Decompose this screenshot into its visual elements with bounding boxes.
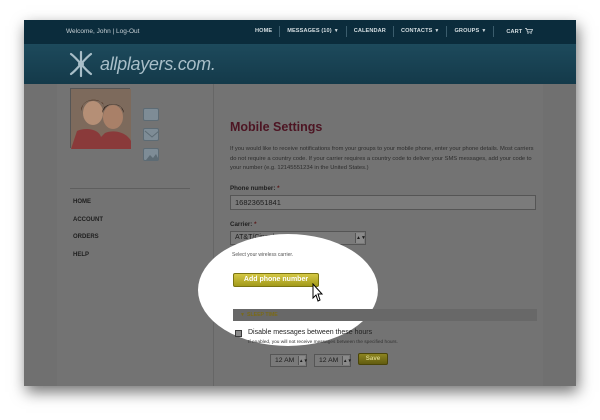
- carrier-hint: Select your wireless carrier.: [232, 252, 294, 258]
- mail-icon[interactable]: [143, 128, 160, 141]
- page-title: Mobile Settings: [230, 120, 323, 134]
- disable-messages-help: If enabled, you will not receive message…: [248, 340, 398, 345]
- phone-label-text: Phone number:: [230, 185, 276, 192]
- browser-frame: Welcome, John | Log-Out HOME MESSAGES (1…: [24, 20, 576, 386]
- time-to-value: 12 AM: [319, 357, 339, 364]
- welcome-text[interactable]: Welcome, John | Log-Out: [66, 28, 139, 35]
- time-to-select[interactable]: 12 AM ▲▼: [314, 354, 352, 367]
- top-nav: HOME MESSAGES (10) ▼ CALENDAR CONTACTS ▼ G…: [248, 26, 540, 37]
- disable-messages-checkbox[interactable]: [235, 330, 242, 337]
- phone-label: Phone number: *: [230, 185, 280, 192]
- nav-groups-label: GROUPS: [454, 28, 480, 34]
- time-from-select[interactable]: 12 AM ▲▼: [270, 354, 308, 367]
- nav-contacts-label: CONTACTS: [400, 28, 433, 34]
- cart-icon: [525, 28, 534, 34]
- sidebar-divider: [70, 188, 190, 189]
- sidebar-item-home[interactable]: HOME: [73, 199, 103, 217]
- nav-home-label: HOME: [255, 28, 273, 34]
- nav-cart[interactable]: CART: [494, 26, 540, 37]
- site-header: allplayers.com.: [24, 44, 576, 84]
- add-phone-number-button[interactable]: Add phone number: [233, 273, 319, 287]
- sidebar-nav: HOME ACCOUNT ORDERS HELP: [73, 199, 103, 269]
- caret-down-icon: ▼: [434, 28, 440, 34]
- disable-messages-label[interactable]: Disable messages between these hours: [248, 329, 372, 336]
- required-mark: *: [277, 185, 280, 192]
- nav-contacts[interactable]: CONTACTS ▼: [394, 26, 447, 37]
- nav-calendar[interactable]: CALENDAR: [347, 26, 393, 37]
- nav-calendar-label: CALENDAR: [353, 28, 386, 34]
- top-bar: Welcome, John | Log-Out HOME MESSAGES (1…: [24, 20, 576, 44]
- people-photo-icon: [71, 89, 131, 149]
- time-from-value: 12 AM: [275, 357, 295, 364]
- mouse-pointer-icon: [312, 283, 324, 302]
- caret-down-icon: ▼: [481, 28, 487, 34]
- dropdown-arrow-icon: ▲▼: [355, 233, 366, 243]
- column-divider: [213, 84, 214, 386]
- save-button[interactable]: Save: [358, 353, 388, 365]
- required-mark: *: [254, 221, 257, 228]
- profile-card-icon[interactable]: [143, 108, 159, 121]
- dropdown-arrow-icon: ▲▼: [298, 356, 308, 365]
- nav-home[interactable]: HOME: [248, 26, 279, 37]
- allplayers-logo-icon[interactable]: [66, 49, 96, 79]
- nav-cart-label: CART: [506, 29, 523, 35]
- nav-messages[interactable]: MESSAGES (10) ▼: [280, 26, 346, 37]
- sleep-time-label: SLEEP TIME: [247, 312, 278, 318]
- phone-number-value: 16823651841: [235, 198, 281, 207]
- sidebar-item-help[interactable]: HELP: [73, 252, 103, 270]
- sidebar-item-account[interactable]: ACCOUNT: [73, 217, 103, 235]
- nav-groups[interactable]: GROUPS ▼: [447, 26, 493, 37]
- phone-number-input[interactable]: 16823651841: [230, 195, 536, 210]
- carrier-label-text: Carrier:: [230, 221, 253, 228]
- carrier-label: Carrier: *: [230, 221, 257, 228]
- profile-photo[interactable]: [70, 88, 131, 149]
- collapse-caret-icon: ▼: [240, 312, 245, 318]
- caret-down-icon: ▼: [333, 28, 339, 34]
- site-logo-text[interactable]: allplayers.com.: [100, 54, 216, 75]
- page-content: HOME ACCOUNT ORDERS HELP Mobile Settings…: [57, 84, 543, 386]
- photos-icon[interactable]: [143, 148, 159, 161]
- sleep-time-section-header[interactable]: ▼ SLEEP TIME: [233, 309, 537, 321]
- intro-text: If you would like to receive notificatio…: [230, 146, 534, 171]
- sidebar-item-orders[interactable]: ORDERS: [73, 234, 103, 252]
- dropdown-arrow-icon: ▲▼: [342, 356, 352, 365]
- nav-messages-label: MESSAGES (10): [287, 28, 332, 34]
